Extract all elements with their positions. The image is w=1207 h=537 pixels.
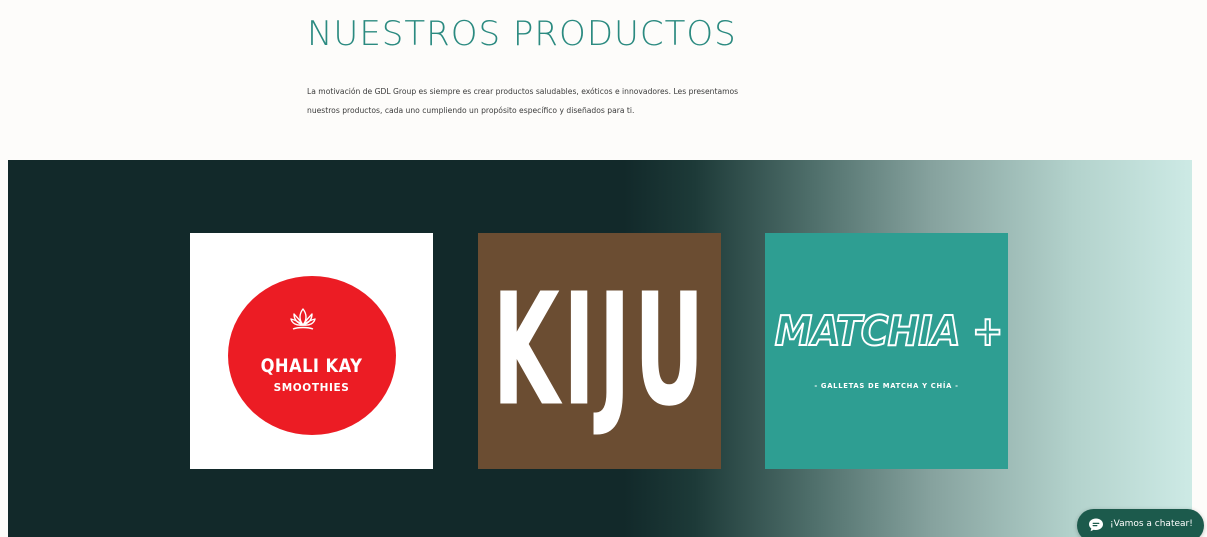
lotus-icon (290, 308, 316, 330)
chat-button[interactable]: ¡Vamos a chatear! (1077, 509, 1204, 537)
kiju-name: KIJU (491, 261, 708, 441)
product-card-qhali-kay[interactable]: QHALI KAY SMOOTHIES (190, 233, 433, 469)
kiju-logo: KIJU (478, 233, 721, 469)
section-intro: La motivación de GDL Group es siempre es… (307, 82, 827, 120)
product-card-matchia[interactable]: MATCHIA + - GALLETAS DE MATCHA Y CHÍA - (765, 233, 1008, 469)
intro-line-2: nuestros productos, cada uno cumpliendo … (307, 106, 635, 115)
qhali-kay-subtitle: SMOOTHIES (273, 382, 350, 394)
chat-bubble-icon (1089, 518, 1103, 532)
matchia-subtitle: - GALLETAS DE MATCHA Y CHÍA - (814, 382, 959, 390)
intro-line-1: La motivación de GDL Group es siempre es… (307, 87, 739, 96)
qhali-kay-name: QHALI KAY (260, 355, 363, 377)
section-heading: NUESTROS PRODUCTOS (307, 14, 737, 54)
product-card-kiju[interactable]: KIJU (478, 233, 721, 469)
chat-button-label: ¡Vamos a chatear! (1110, 519, 1193, 529)
products-header-section: NUESTROS PRODUCTOS La motivación de GDL … (0, 0, 1207, 160)
matchia-name: MATCHIA + (774, 306, 1005, 356)
page: NUESTROS PRODUCTOS La motivación de GDL … (0, 0, 1207, 537)
